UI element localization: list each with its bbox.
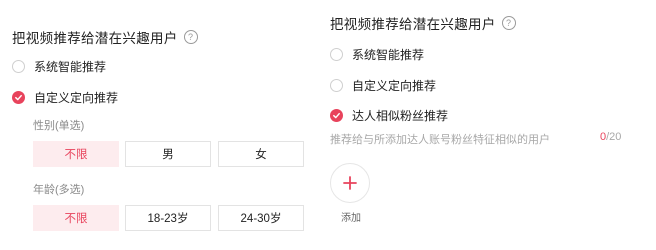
right-section-title: 把视频推荐给潜在兴趣用户 ? [330, 13, 516, 33]
right-panel: 把视频推荐给潜在兴趣用户 ? 系统智能推荐 自定义定向推荐 达人相似粉丝推荐 推… [330, 0, 656, 250]
radio-system-recommend[interactable]: 系统智能推荐 [330, 46, 424, 63]
radio-checked-icon[interactable] [12, 91, 25, 104]
add-label: 添加 [341, 213, 361, 224]
age-label: 年龄(多选) [33, 184, 85, 196]
age-18-23-option[interactable]: 18-23岁 [125, 205, 211, 231]
question-circle-icon[interactable]: ? [183, 30, 198, 44]
left-title-text: 把视频推荐给潜在兴趣用户 [12, 31, 178, 46]
age-any-option[interactable]: 不限 [33, 205, 119, 231]
radio-custom-targeting[interactable]: 自定义定向推荐 [330, 77, 436, 94]
counter-max: /20 [606, 131, 622, 143]
gender-female-option[interactable]: 女 [218, 141, 304, 167]
left-panel: 把视频推荐给潜在兴趣用户 ? 系统智能推荐 自定义定向推荐 性别(单选) 不限 … [0, 0, 320, 250]
gender-male-option[interactable]: 男 [125, 141, 211, 167]
radio-unchecked-icon[interactable] [330, 48, 343, 61]
radio-label: 系统智能推荐 [352, 48, 425, 62]
similar-fans-hint: 推荐给与所添加达人账号粉丝特征相似的用户 [330, 134, 550, 146]
plus-icon [343, 176, 357, 190]
creator-counter: 0/20 [600, 131, 621, 143]
radio-label: 系统智能推荐 [34, 60, 107, 74]
gender-label: 性别(单选) [33, 120, 85, 132]
left-section-title: 把视频推荐给潜在兴趣用户 ? [12, 27, 198, 47]
add-creator-button[interactable] [330, 163, 370, 203]
radio-similar-fans[interactable]: 达人相似粉丝推荐 [330, 107, 448, 124]
radio-label: 自定义定向推荐 [34, 91, 119, 105]
right-title-text: 把视频推荐给潜在兴趣用户 [330, 17, 496, 32]
radio-unchecked-icon[interactable] [12, 60, 25, 73]
radio-custom-targeting[interactable]: 自定义定向推荐 [12, 89, 118, 106]
radio-label: 自定义定向推荐 [352, 79, 437, 93]
question-circle-icon[interactable]: ? [501, 16, 516, 30]
radio-checked-icon[interactable] [330, 109, 343, 122]
gender-any-option[interactable]: 不限 [33, 141, 119, 167]
radio-label: 达人相似粉丝推荐 [352, 109, 449, 123]
radio-system-recommend[interactable]: 系统智能推荐 [12, 58, 106, 75]
radio-unchecked-icon[interactable] [330, 79, 343, 92]
age-24-30-option[interactable]: 24-30岁 [218, 205, 304, 231]
